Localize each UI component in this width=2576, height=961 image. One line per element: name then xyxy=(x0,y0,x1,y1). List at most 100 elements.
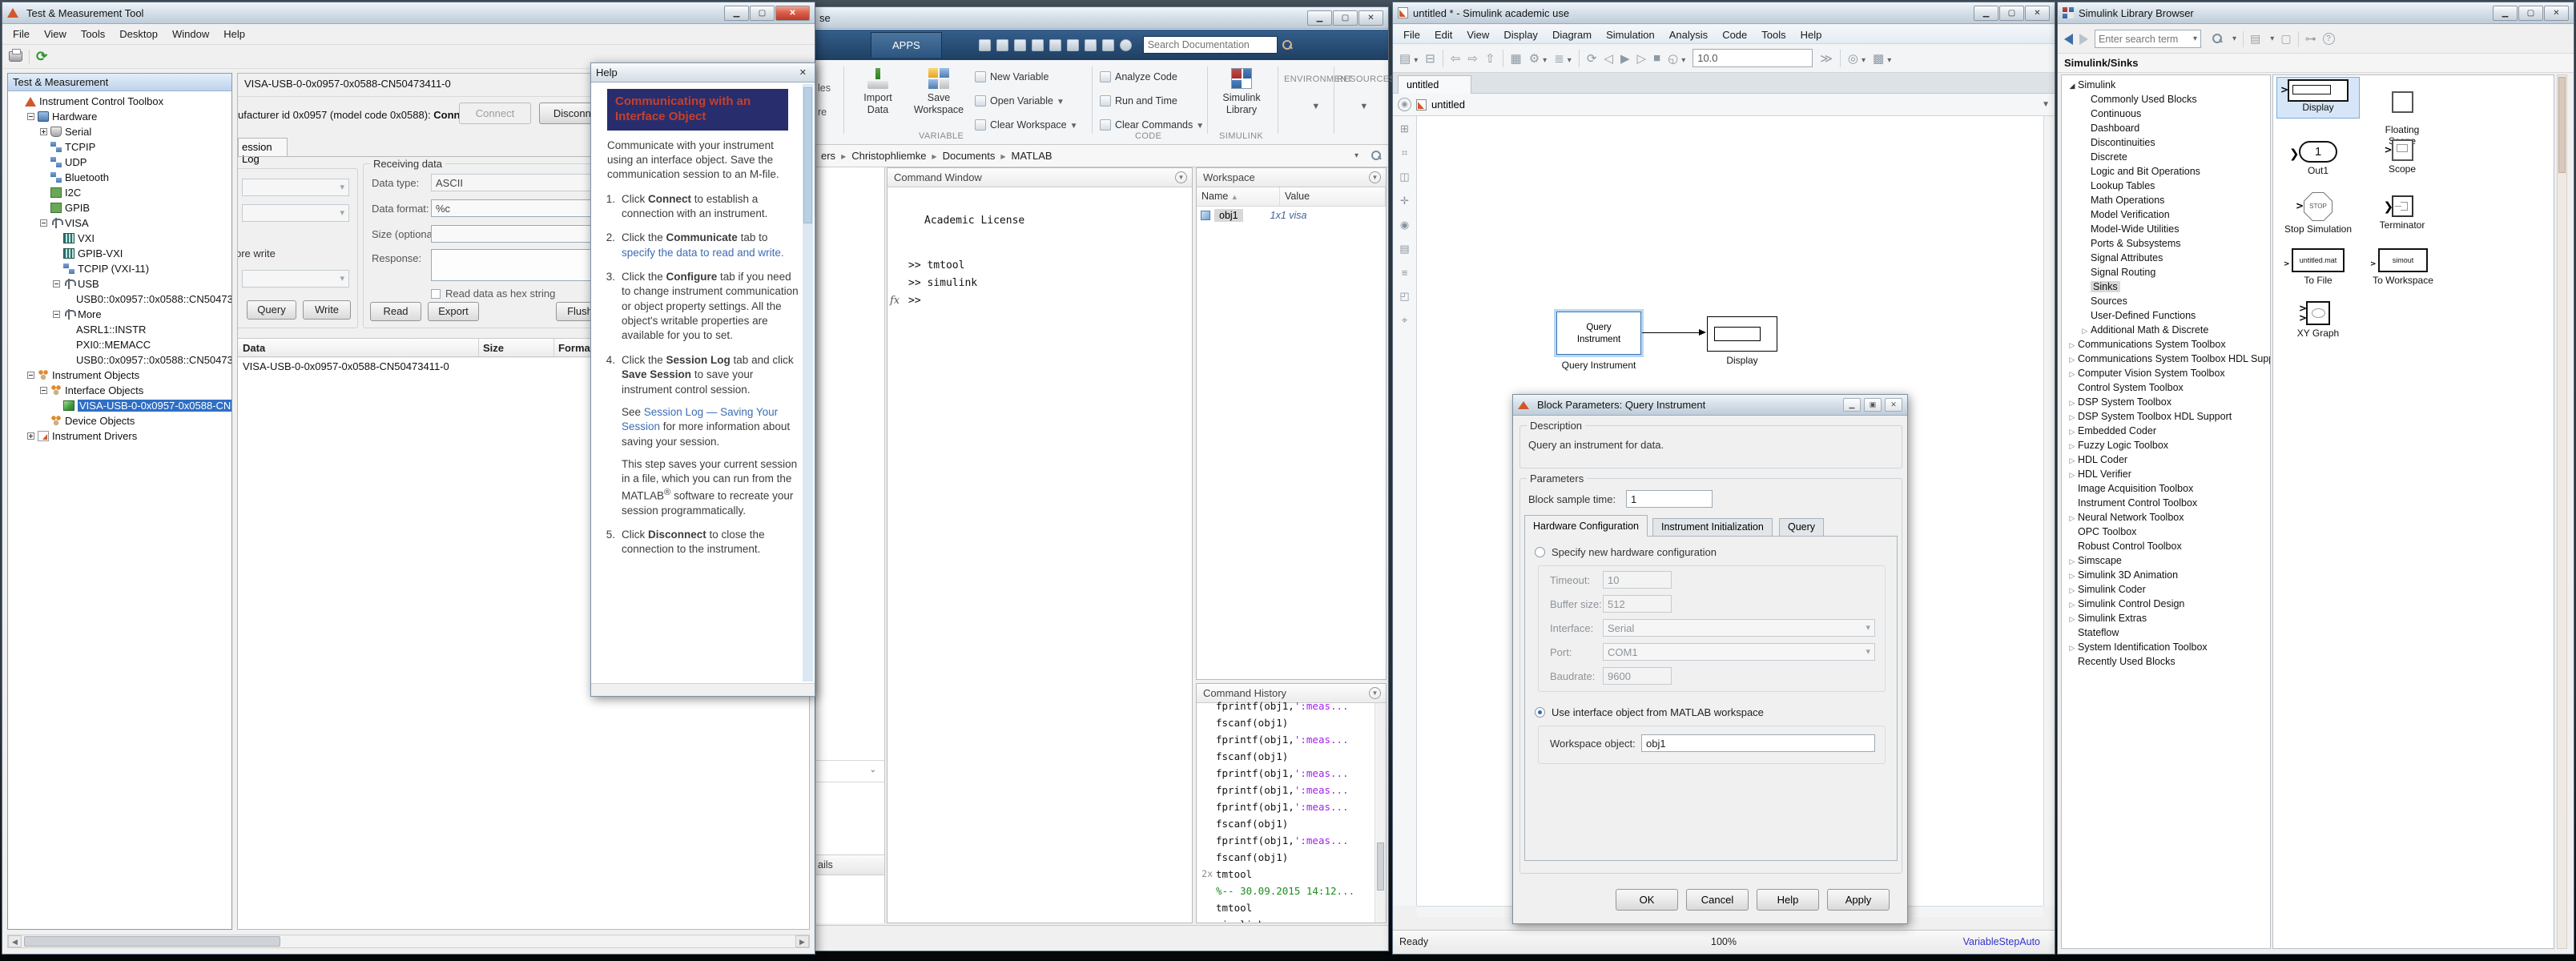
collapse-icon[interactable] xyxy=(53,311,60,318)
library-tree-item[interactable]: ▷Computer Vision System Toolbox xyxy=(2063,366,2270,380)
analyze-code-button[interactable]: Analyze Code xyxy=(1100,68,1177,86)
annotation-icon[interactable]: ⌗ xyxy=(1402,147,1407,159)
export-button[interactable]: Export xyxy=(428,302,479,321)
tab-hardware-configuration[interactable]: Hardware Configuration xyxy=(1524,515,1648,537)
collapsed-icon[interactable]: ▷ xyxy=(2067,439,2078,453)
refresh-icon[interactable]: ⟳ xyxy=(36,50,47,63)
block-to-file[interactable]: >untitled.mat To File xyxy=(2280,248,2357,286)
buffer-size-input[interactable]: 512 xyxy=(1603,595,1672,613)
write-button[interactable]: Write xyxy=(303,300,351,320)
save-icon[interactable]: ⊟ xyxy=(1425,51,1435,66)
block-to-workspace[interactable]: >simout To Workspace xyxy=(2363,248,2443,286)
command-window-body[interactable]: Academic License >> tmtool >> simulink >… xyxy=(888,187,1192,923)
block-display[interactable]: > Display xyxy=(2276,77,2360,119)
redo-icon[interactable] xyxy=(1085,39,1097,51)
folder-splitter[interactable]: ⌄ xyxy=(816,760,884,782)
baudrate-input[interactable]: 9600 xyxy=(1603,667,1672,685)
collapsed-icon[interactable]: ▷ xyxy=(2079,324,2091,338)
library-tree-item[interactable]: Model-Wide Utilities xyxy=(2063,222,2270,236)
close-button[interactable]: ✕ xyxy=(2025,6,2050,21)
menu-item[interactable]: Tools xyxy=(1754,26,1793,42)
interface-select[interactable]: Serial xyxy=(1603,619,1875,637)
scroll-right-icon[interactable]: ▶ xyxy=(795,935,809,947)
tree-item[interactable]: Bluetooth xyxy=(8,170,231,185)
dialog-titlebar[interactable]: Block Parameters: Query Instrument ▁ ▣ ✕ xyxy=(1513,395,1907,416)
library-tree-item[interactable]: ▷Simulink Control Design xyxy=(2063,597,2270,611)
port-select[interactable]: COM1 xyxy=(1603,643,1875,661)
library-tree-item[interactable]: Logic and Bit Operations xyxy=(2063,164,2270,179)
undo-icon[interactable] xyxy=(1067,39,1079,51)
import-data-button[interactable]: Import Data xyxy=(850,68,906,116)
history-entry[interactable]: fprintf(obj1, ':meas... xyxy=(1197,765,1375,782)
hex-checkbox-row[interactable]: Read data as hex string xyxy=(431,287,555,300)
collapsed-icon[interactable]: ▷ xyxy=(2067,511,2078,525)
timeout-input[interactable]: 10 xyxy=(1603,571,1672,589)
collapsed-icon[interactable]: ▷ xyxy=(2067,410,2078,424)
menu-item[interactable]: Edit xyxy=(1427,26,1459,42)
library-tree-item[interactable]: Signal Attributes xyxy=(2063,251,2270,265)
tree-item[interactable]: TCPIP (VXI-11) xyxy=(8,261,231,276)
dialog-button[interactable]: Cancel xyxy=(1686,889,1749,911)
breadcrumb-item[interactable]: Christophliemke xyxy=(835,150,926,162)
breadcrumb-item[interactable]: Documents xyxy=(926,150,995,162)
block-stop-simulation[interactable]: >STOP Stop Simulation xyxy=(2276,192,2360,235)
library-tree-item[interactable]: Image Acquisition Toolbox xyxy=(2063,481,2270,496)
workspace-columns[interactable]: Name ▲ Value xyxy=(1197,187,1386,207)
expand-icon[interactable] xyxy=(40,128,47,135)
update-diagram-icon[interactable]: ⟳ xyxy=(1587,51,1597,66)
paste-icon[interactable] xyxy=(1049,39,1061,51)
step-forward-icon[interactable]: ▷ xyxy=(1636,51,1646,66)
menu-item[interactable]: Help xyxy=(216,26,252,42)
folder-search-icon[interactable] xyxy=(1371,151,1382,161)
tab-query[interactable]: Query xyxy=(1779,518,1824,537)
menu-item[interactable]: File xyxy=(1396,26,1427,42)
menu-item[interactable]: File xyxy=(6,26,37,42)
close-button[interactable]: ✕ xyxy=(775,6,810,21)
signal-icon[interactable]: ✛ xyxy=(1400,195,1409,207)
library-tree-item[interactable]: ▷Additional Math & Discrete xyxy=(2063,323,2270,337)
library-tree-item[interactable]: User-Defined Functions xyxy=(2063,308,2270,323)
back-icon[interactable] xyxy=(2064,34,2073,45)
simulink-titlebar[interactable]: untitled * - Simulink academic use ▁ ▢ ✕ xyxy=(1393,2,2055,24)
breadcrumb-item[interactable]: MATLAB xyxy=(995,150,1052,162)
tree-item[interactable]: VISA xyxy=(8,215,231,231)
menu-item[interactable]: View xyxy=(37,26,74,42)
close-button[interactable]: ✕ xyxy=(2544,6,2569,21)
details-bar[interactable]: ails xyxy=(816,854,884,875)
tree-item[interactable]: More xyxy=(8,307,231,322)
col-data[interactable]: Data xyxy=(243,342,265,354)
breadcrumb-item[interactable]: ers xyxy=(821,150,835,162)
menu-item[interactable]: Desktop xyxy=(112,26,165,42)
minimize-button[interactable]: ▁ xyxy=(2493,6,2518,21)
library-tree-item[interactable]: Sources xyxy=(2063,294,2270,308)
area-icon[interactable]: ◫ xyxy=(1399,171,1409,183)
session-log-tab[interactable]: ession Log xyxy=(238,138,288,156)
tree-item[interactable]: Interface Objects xyxy=(8,383,231,398)
menu-item[interactable]: Code xyxy=(1715,26,1754,42)
step-back-icon[interactable]: ◁ xyxy=(1604,51,1613,66)
library-tree-item[interactable]: ▷Fuzzy Logic Toolbox xyxy=(2063,438,2270,452)
block-scope[interactable]: > Scope xyxy=(2366,139,2438,175)
cut-icon[interactable] xyxy=(1014,39,1026,51)
close-button[interactable]: ✕ xyxy=(1885,398,1902,412)
collapse-icon[interactable] xyxy=(27,113,34,120)
search-icon[interactable] xyxy=(2212,34,2223,44)
tab-instrument-initialization[interactable]: Instrument Initialization xyxy=(1652,518,1773,537)
tm-horizontal-scrollbar[interactable]: ◀ ▶ xyxy=(7,935,810,948)
close-button[interactable]: ✕ xyxy=(1358,10,1383,26)
library-tree-item[interactable]: Robust Control Toolbox xyxy=(2063,539,2270,553)
maximize-button[interactable]: ▣ xyxy=(1864,398,1882,412)
new-script-icon[interactable] xyxy=(979,39,991,51)
config-icon[interactable]: ⚙▾ xyxy=(1529,51,1547,66)
tree-item[interactable]: Device Objects xyxy=(8,413,231,428)
print-icon[interactable] xyxy=(9,51,22,62)
library-tree-item[interactable]: Stateflow xyxy=(2063,625,2270,640)
menu-item[interactable]: Tools xyxy=(74,26,112,42)
query-block-label[interactable]: Query Instrument xyxy=(1548,360,1649,371)
minimize-button[interactable]: ▁ xyxy=(1974,6,1998,21)
dialog-button[interactable]: OK xyxy=(1616,889,1678,911)
library-tree-item[interactable]: ▷Simscape xyxy=(2063,553,2270,568)
history-entry[interactable]: %-- 30.09.2015 14:12... xyxy=(1197,883,1375,899)
collapse-icon[interactable] xyxy=(27,372,34,379)
library-tree-item[interactable]: ▷DSP System Toolbox HDL Support xyxy=(2063,409,2270,424)
